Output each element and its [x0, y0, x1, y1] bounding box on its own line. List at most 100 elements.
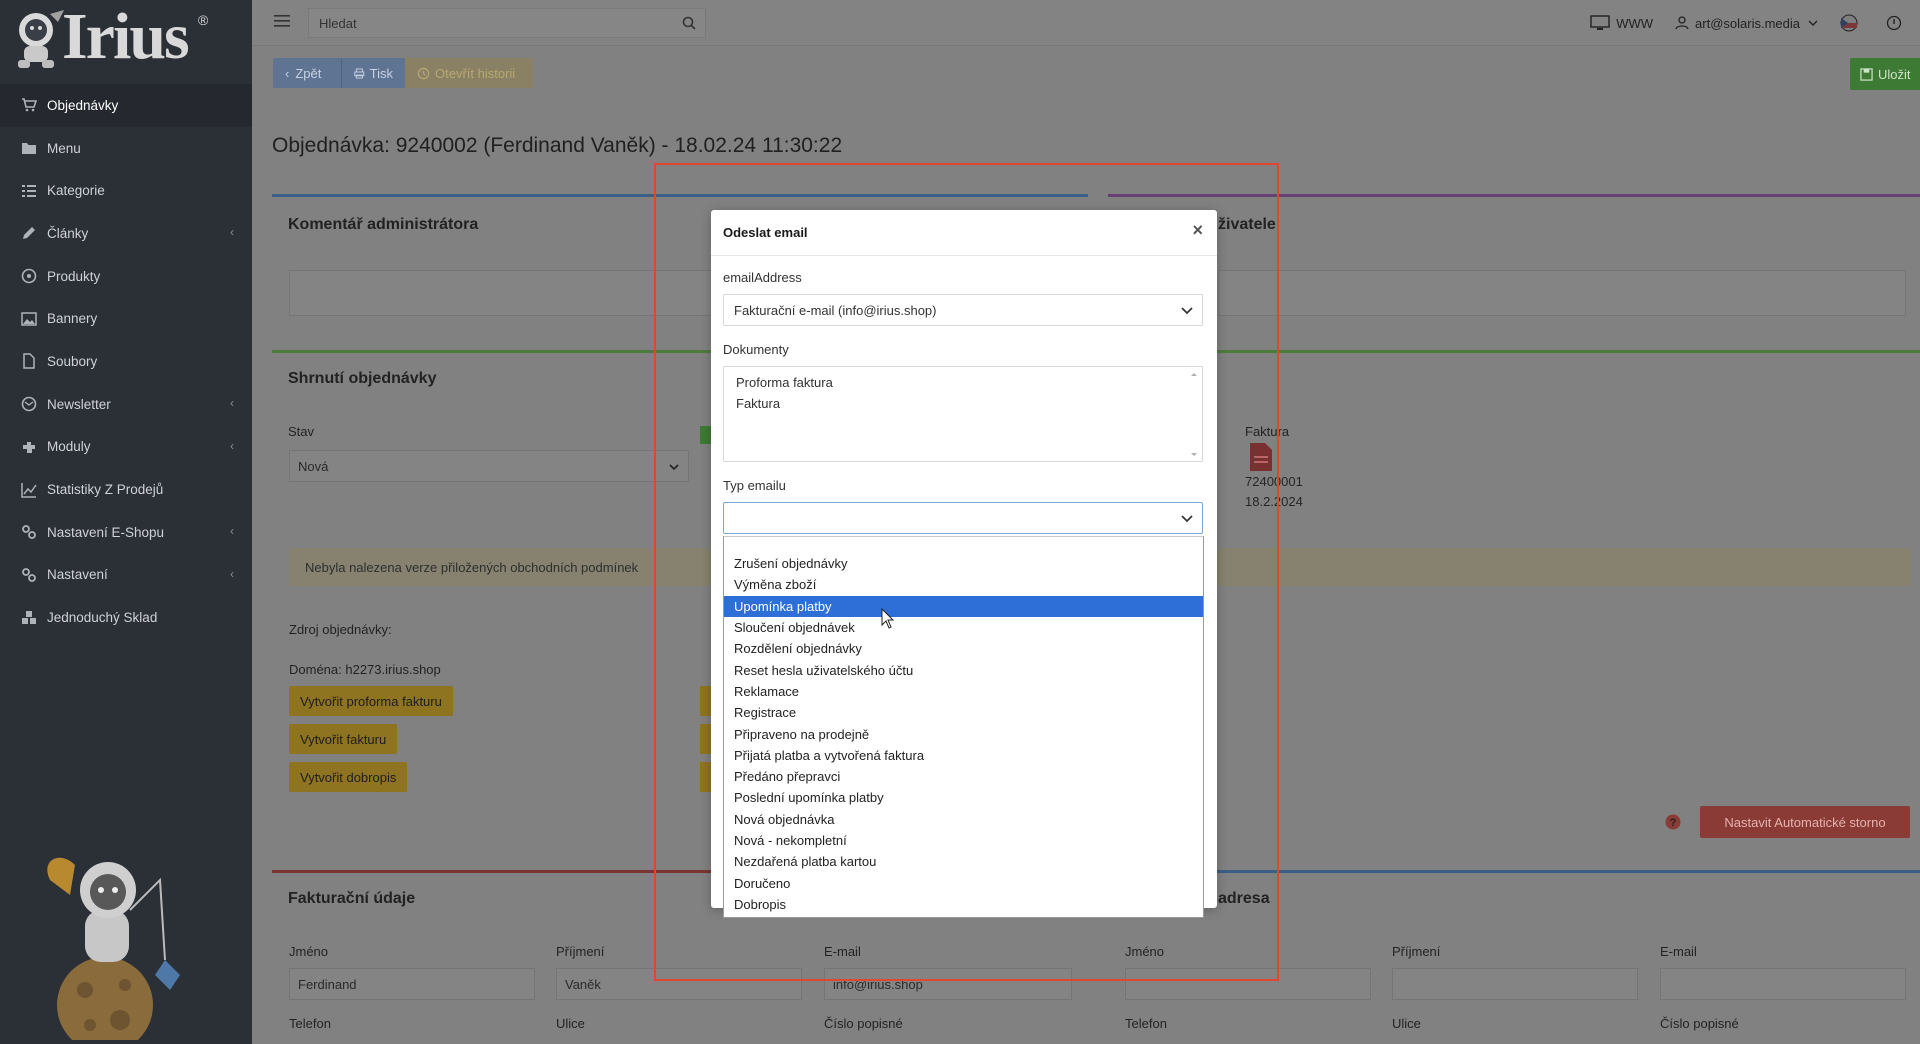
- power-icon: [1886, 15, 1902, 31]
- email-type-option-pripraveno[interactable]: Připraveno na prodejně: [724, 723, 1203, 744]
- email-type-option-prijata-platba[interactable]: Přijatá platba a vytvořená faktura: [724, 745, 1203, 766]
- help-icon[interactable]: ?: [1665, 814, 1681, 830]
- document-option[interactable]: Faktura: [736, 396, 780, 411]
- create-credit-note-label: Vytvořit dobropis: [300, 769, 397, 785]
- close-icon[interactable]: ×: [1192, 220, 1203, 241]
- first-name-field[interactable]: Ferdinand: [289, 968, 535, 1000]
- email-type-select[interactable]: [723, 502, 1203, 534]
- email-type-option-registrace[interactable]: Registrace: [724, 702, 1203, 723]
- sidebar-item-label: Newsletter: [47, 396, 111, 412]
- svg-text:?: ?: [1670, 817, 1677, 829]
- sidebar: Irius ® Objednávky Menu Kategorie Články…: [0, 0, 252, 1044]
- terms-warning-text: Nebyla nalezena verze přiložených obchod…: [305, 559, 639, 575]
- scrollbar[interactable]: [1188, 369, 1200, 459]
- sidebar-item-newsletter[interactable]: Newsletter ‹: [0, 383, 252, 426]
- sidebar-item-kategorie[interactable]: Kategorie: [0, 169, 252, 212]
- search-input[interactable]: Hledat: [308, 8, 706, 38]
- sidebar-item-nastaveni-eshopu[interactable]: Nastavení E-Shopu ‹: [0, 511, 252, 554]
- open-history-button[interactable]: Otevřít historii: [405, 58, 533, 88]
- auto-storno-button[interactable]: Nastavit Automatické storno: [1700, 806, 1910, 838]
- language-switch[interactable]: [1840, 14, 1864, 32]
- save-button[interactable]: Uložit: [1850, 58, 1920, 90]
- first-name-value: Ferdinand: [298, 977, 357, 992]
- user-menu[interactable]: art@solaris.media: [1675, 16, 1818, 31]
- shipping-card: adresa Jméno Příjmení E-mail Telefon Uli…: [1108, 870, 1920, 1044]
- user-comment-textarea[interactable]: [1218, 270, 1906, 316]
- topbar-actions: WWW art@solaris.media: [1590, 0, 1920, 46]
- modal-header: Odeslat email ×: [711, 210, 1217, 256]
- sidebar-item-objednavky[interactable]: Objednávky: [0, 84, 252, 127]
- print-button[interactable]: Tisk: [341, 58, 405, 88]
- sidebar-item-nastaveni[interactable]: Nastavení ‹: [0, 554, 252, 597]
- email-type-option-dobropis[interactable]: Dobropis: [724, 894, 1203, 915]
- sidebar-item-moduly[interactable]: Moduly ‹: [0, 426, 252, 469]
- email-type-option-nova-nekompletni[interactable]: Nová - nekompletní: [724, 830, 1203, 851]
- sidebar-item-label: Statistiky Z Prodejů: [47, 482, 164, 498]
- search-icon[interactable]: [681, 15, 697, 31]
- search-placeholder: Hledat: [319, 15, 357, 31]
- status-select[interactable]: Nová: [289, 450, 689, 482]
- sidebar-item-label: Moduly: [47, 439, 91, 455]
- create-credit-note-button[interactable]: Vytvořit dobropis: [289, 762, 408, 792]
- sidebar-item-label: Produkty: [47, 268, 101, 284]
- email-type-option-nova-objednavka[interactable]: Nová objednávka: [724, 809, 1203, 830]
- admin-comment-textarea[interactable]: [289, 270, 729, 316]
- last-name-field[interactable]: Vaněk: [556, 968, 802, 1000]
- documents-listbox[interactable]: Proforma faktura Faktura: [723, 366, 1203, 462]
- sidebar-item-statistiky[interactable]: Statistiky Z Prodejů: [0, 468, 252, 511]
- sidebar-item-label: Jednoduchý Sklad: [47, 610, 158, 626]
- email-type-option-predano[interactable]: Předáno přepravci: [724, 766, 1203, 787]
- astronaut-mascot-icon: [18, 10, 64, 68]
- documents-label: Dokumenty: [723, 342, 789, 357]
- sidebar-item-bannery[interactable]: Bannery: [0, 297, 252, 340]
- email-type-option-zruseni[interactable]: Zrušení objednávky: [724, 553, 1203, 574]
- email-field[interactable]: info@irius.shop: [824, 968, 1072, 1000]
- status-value: Nová: [298, 458, 329, 474]
- order-summary-title: Shrnutí objednávky: [288, 370, 437, 387]
- back-button[interactable]: ‹ Zpět: [273, 58, 341, 88]
- email-type-option-vymena[interactable]: Výměna zboží: [724, 574, 1203, 595]
- www-link[interactable]: WWW: [1590, 15, 1653, 31]
- email-type-option-doruceno[interactable]: Doručeno: [724, 873, 1203, 894]
- sidebar-item-soubory[interactable]: Soubory: [0, 340, 252, 383]
- email-value: info@irius.shop: [833, 977, 923, 992]
- chevron-down-icon: [669, 464, 679, 471]
- power-button[interactable]: [1886, 15, 1908, 31]
- shipping-first-name-field[interactable]: [1125, 968, 1371, 1000]
- email-type-option-rozdeleni[interactable]: Rozdělení objednávky: [724, 638, 1203, 659]
- shipping-phone-label: Telefon: [1125, 1016, 1167, 1031]
- email-type-option-slouceni[interactable]: Sloučení objednávek: [724, 617, 1203, 638]
- shipping-last-name-label: Příjmení: [1392, 944, 1441, 959]
- email-type-option-upominka[interactable]: Upomínka platby: [724, 595, 1203, 617]
- document-option[interactable]: Proforma faktura: [736, 375, 833, 390]
- user-icon: [1675, 16, 1689, 30]
- last-name-value: Vaněk: [565, 977, 601, 992]
- brand-logo[interactable]: Irius ®: [10, 4, 220, 70]
- chevron-left-icon: ‹: [285, 65, 290, 81]
- email-type-option-reset-hesla[interactable]: Reset hesla uživatelského účtu: [724, 660, 1203, 681]
- email-type-option-posledni-upominka[interactable]: Poslední upomínka platby: [724, 787, 1203, 808]
- email-type-option-reklamace[interactable]: Reklamace: [724, 681, 1203, 702]
- hamburger-menu-icon[interactable]: [274, 14, 290, 28]
- create-proforma-button[interactable]: Vytvořit proforma fakturu: [289, 686, 453, 716]
- sidebar-item-menu[interactable]: Menu: [0, 127, 252, 170]
- sidebar-item-jednoduchy-sklad[interactable]: Jednoduchý Sklad: [0, 596, 252, 639]
- cogs-icon: [20, 566, 37, 583]
- shipping-title: adresa: [1218, 890, 1270, 907]
- shipping-last-name-field[interactable]: [1392, 968, 1638, 1000]
- create-invoice-button[interactable]: Vytvořit fakturu: [289, 724, 398, 754]
- domain-label: Doména: h2273.irius.shop: [289, 662, 441, 677]
- shipping-email-field[interactable]: [1660, 968, 1906, 1000]
- sidebar-item-clanky[interactable]: Články ‹: [0, 212, 252, 255]
- sidebar-item-produkty[interactable]: Produkty: [0, 255, 252, 298]
- mouse-cursor-icon: [881, 608, 895, 629]
- chevron-down-icon: [1808, 20, 1818, 26]
- user-email: art@solaris.media: [1695, 15, 1800, 31]
- email-type-option-nezdarena-platba[interactable]: Nezdařená platba kartou: [724, 851, 1203, 872]
- admin-comment-title: Komentář administrátora: [288, 216, 479, 233]
- invoice-number: 72400001: [1245, 474, 1303, 489]
- pdf-file-icon[interactable]: [1248, 442, 1274, 472]
- cube-icon: [20, 268, 37, 285]
- email-address-select[interactable]: Fakturační e-mail (info@irius.shop): [723, 294, 1203, 326]
- street-label: Ulice: [556, 1016, 585, 1031]
